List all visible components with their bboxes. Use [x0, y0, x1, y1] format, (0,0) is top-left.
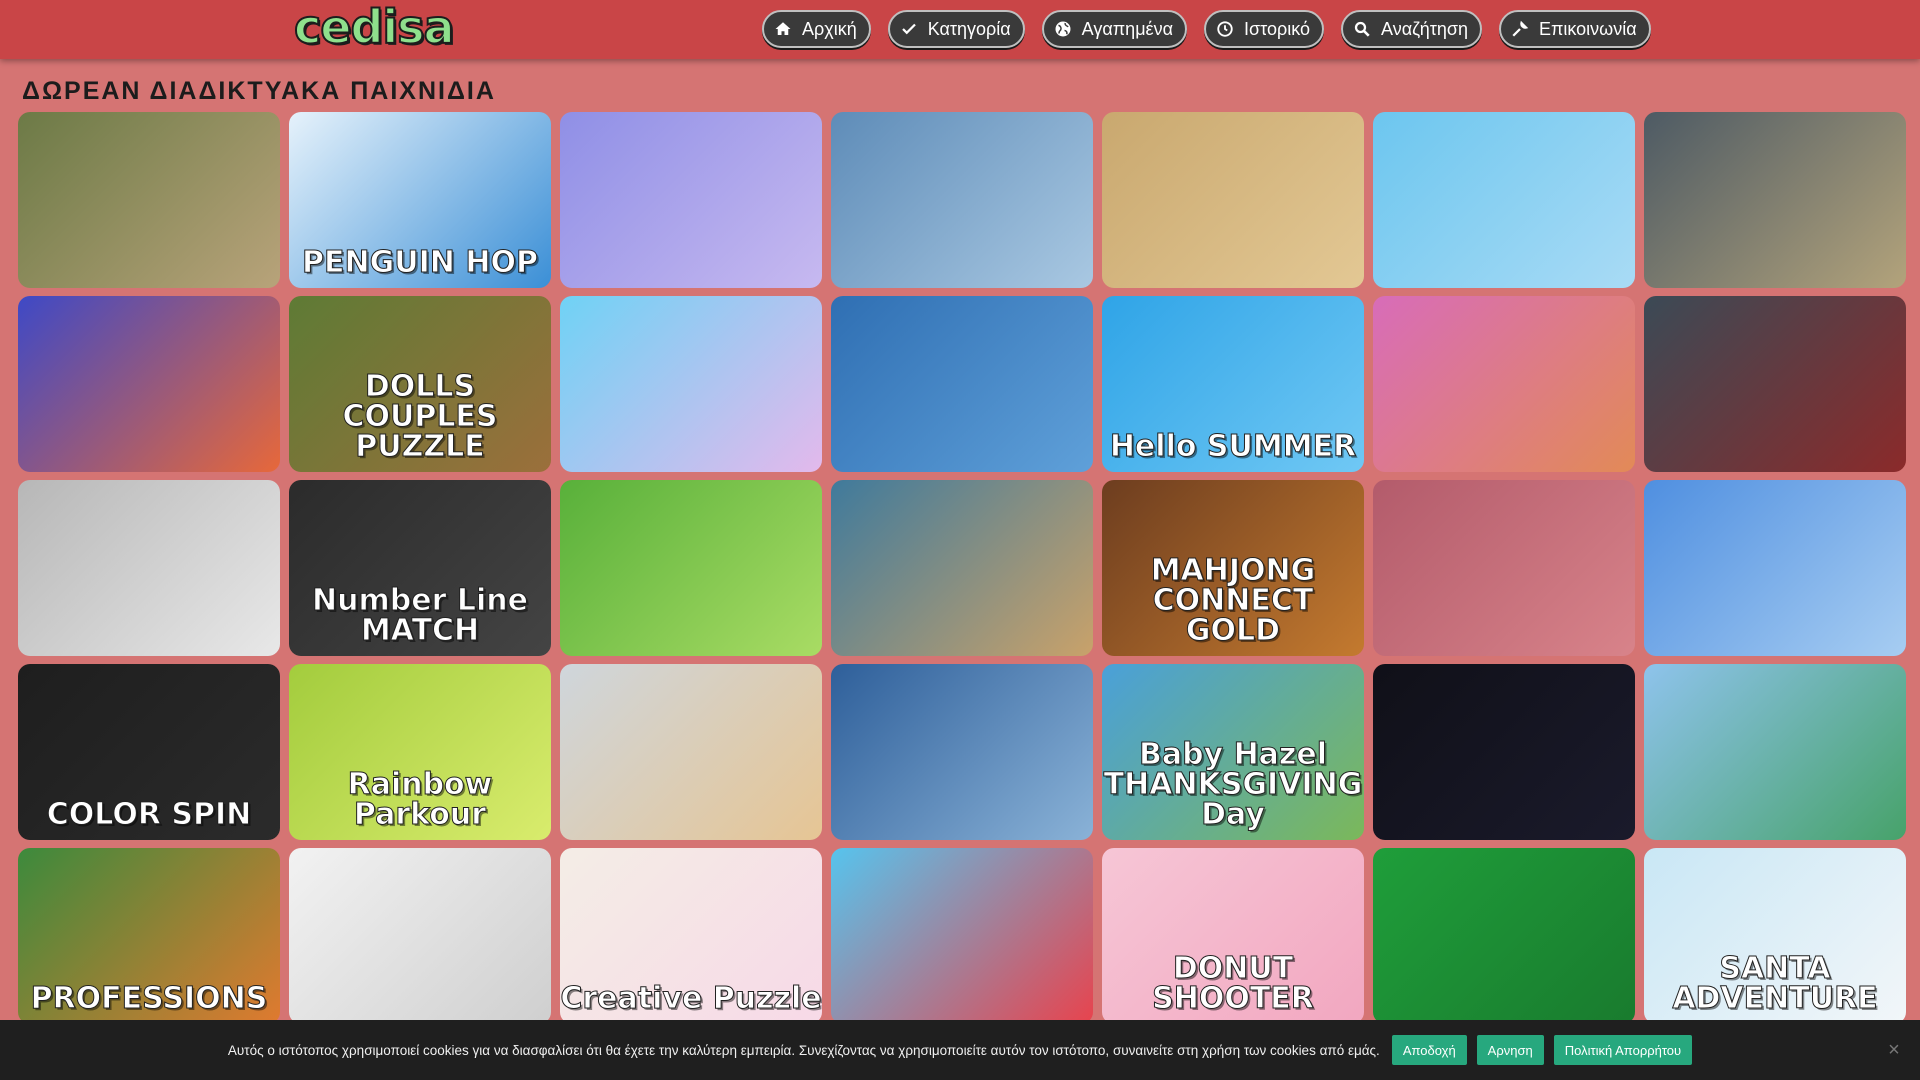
game-tile[interactable]: PENGUIN HOP	[289, 112, 551, 288]
game-tile[interactable]	[831, 112, 1093, 288]
globe-icon	[1054, 20, 1072, 38]
privacy-policy-button[interactable]: Πολιτική Απορρήτου	[1553, 1035, 1693, 1065]
game-tile[interactable]	[1373, 848, 1635, 1024]
cookie-consent-bar: Αυτός ο ιστότοπος χρησιμοποιεί cookies γ…	[0, 1020, 1920, 1080]
site-logo[interactable]: cedisa	[293, 0, 456, 56]
nav-category-button[interactable]: Κατηγορία	[887, 10, 1025, 48]
nav-home-button[interactable]: Αρχική	[762, 10, 871, 48]
game-tile[interactable]: MAHJONG CONNECT GOLD	[1102, 480, 1364, 656]
close-icon[interactable]: ×	[1884, 1040, 1904, 1060]
game-tile-title: Creative Puzzle	[560, 981, 822, 1016]
game-tile[interactable]: Creative Puzzle	[560, 848, 822, 1024]
game-tile[interactable]: DONUT SHOOTER	[1102, 848, 1364, 1024]
wrench-icon	[1511, 20, 1529, 38]
game-tile[interactable]	[1644, 296, 1906, 472]
nav-favorites-label: Αγαπημένα	[1081, 18, 1173, 39]
game-tile[interactable]	[560, 112, 822, 288]
game-tile-title: PROFESSIONS	[30, 981, 268, 1016]
game-tile[interactable]	[1102, 112, 1364, 288]
game-tile[interactable]	[18, 296, 280, 472]
game-tile-title: PENGUIN HOP	[302, 245, 539, 280]
game-tile[interactable]	[1373, 480, 1635, 656]
game-tile[interactable]	[560, 664, 822, 840]
game-tile[interactable]	[560, 296, 822, 472]
cookie-reject-button[interactable]: Αρνηση	[1476, 1035, 1544, 1065]
game-tile[interactable]	[1373, 112, 1635, 288]
game-tile[interactable]: Baby Hazel THANKSGIVING Day	[1102, 664, 1364, 840]
game-tile[interactable]	[1373, 296, 1635, 472]
search-icon	[1353, 20, 1371, 38]
game-tile[interactable]	[1373, 664, 1635, 840]
game-tile[interactable]: Rainbow Parkour	[289, 664, 551, 840]
check-icon	[900, 20, 918, 38]
game-tile[interactable]: DOLLS COUPLES PUZZLE	[289, 296, 551, 472]
game-tile[interactable]: PROFESSIONS	[18, 848, 280, 1024]
nav-category-label: Κατηγορία	[927, 18, 1011, 39]
nav-search-button[interactable]: Αναζήτηση	[1341, 10, 1482, 48]
game-tile[interactable]	[18, 480, 280, 656]
nav-favorites-button[interactable]: Αγαπημένα	[1041, 10, 1187, 48]
game-tile[interactable]: COLOR SPIN	[18, 664, 280, 840]
game-tile-title: Number Line MATCH	[312, 583, 529, 648]
game-tile-title: Hello SUMMER	[1109, 429, 1357, 464]
game-tile-title: SANTA ADVENTURE	[1672, 951, 1878, 1016]
game-tile[interactable]	[1644, 480, 1906, 656]
game-tile[interactable]	[831, 848, 1093, 1024]
nav-home-label: Αρχική	[802, 18, 857, 39]
game-tile[interactable]	[18, 112, 280, 288]
home-icon	[774, 20, 792, 38]
top-navigation-bar: cedisa Αρχική Κατηγορία Αγαπημένα Ιστορι…	[0, 0, 1920, 59]
game-tile[interactable]: Number Line MATCH	[289, 480, 551, 656]
cookie-accept-button[interactable]: Αποδοχή	[1391, 1035, 1467, 1065]
game-tile-title: MAHJONG CONNECT GOLD	[1150, 553, 1316, 648]
game-tile[interactable]: SANTA ADVENTURE	[1644, 848, 1906, 1024]
game-tile-title: Rainbow Parkour	[347, 767, 493, 832]
game-tile[interactable]	[1644, 664, 1906, 840]
nav-search-label: Αναζήτηση	[1381, 18, 1468, 39]
game-tile[interactable]	[560, 480, 822, 656]
game-tile[interactable]	[1644, 112, 1906, 288]
games-grid: PENGUIN HOP DOLLS COUPLES PUZZLE Hello SUM…	[18, 112, 1906, 1024]
game-tile[interactable]	[831, 480, 1093, 656]
nav-contact-label: Επικοινωνία	[1538, 18, 1637, 39]
nav-contact-button[interactable]: Επικοινωνία	[1498, 10, 1651, 48]
game-tile[interactable]	[831, 296, 1093, 472]
clock-icon	[1216, 20, 1234, 38]
game-tile-title: Baby Hazel THANKSGIVING Day	[1103, 737, 1363, 832]
game-tile-title: DOLLS COUPLES PUZZLE	[342, 369, 498, 464]
nav-history-button[interactable]: Ιστορικό	[1204, 10, 1325, 48]
game-tile-title: COLOR SPIN	[46, 797, 252, 832]
game-tile[interactable]	[831, 664, 1093, 840]
cookie-notice-text: Αυτός ο ιστότοπος χρησιμοποιεί cookies γ…	[227, 1042, 1380, 1058]
page-title: ΔΩΡΕΑΝ ΔΙΑΔΙΚΤΥΑΚΑ ΠΑΙΧΝΙΔΙΑ	[22, 77, 496, 105]
game-tile[interactable]	[289, 848, 551, 1024]
nav-history-label: Ιστορικό	[1244, 18, 1311, 39]
game-tile[interactable]: Hello SUMMER	[1102, 296, 1364, 472]
game-tile-title: DONUT SHOOTER	[1152, 951, 1315, 1016]
main-nav: Αρχική Κατηγορία Αγαπημένα Ιστορικό Αναζ…	[762, 10, 1651, 48]
